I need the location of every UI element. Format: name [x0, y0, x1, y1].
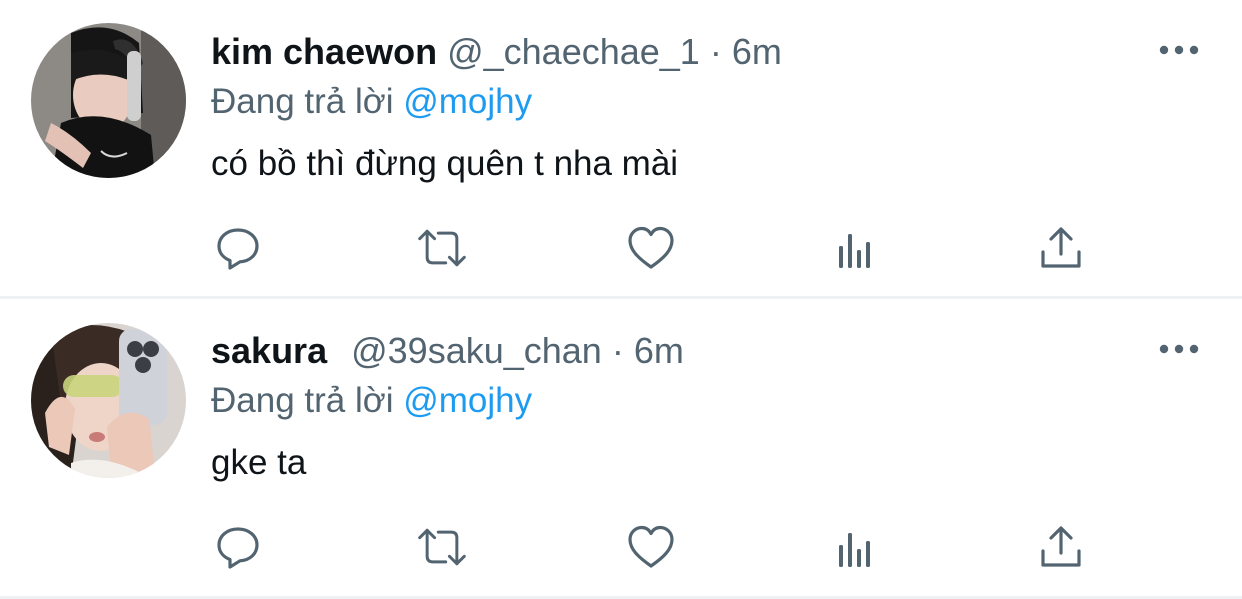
separator-dot: · — [611, 330, 624, 371]
views-icon — [839, 533, 870, 567]
share-button[interactable] — [1035, 222, 1087, 274]
avatar[interactable] — [31, 323, 186, 478]
mention-link[interactable]: @mojhy — [403, 381, 532, 420]
tweet-header: kim chaewon @_chaechae_1 · 6m — [211, 30, 782, 74]
replying-to: Đang trả lời @mojhy — [211, 379, 532, 423]
share-icon — [1041, 227, 1081, 268]
share-icon — [1041, 526, 1081, 567]
like-icon — [628, 226, 674, 269]
tweet[interactable]: kim chaewon @_chaechae_1 · 6m Đang trả l… — [0, 0, 1242, 296]
reply-button[interactable] — [212, 222, 264, 274]
tweet-text: gke ta — [211, 443, 307, 482]
reply-icon — [217, 527, 259, 569]
tweet-header: sakura @39saku_chan · 6m — [211, 329, 684, 373]
views-icon — [839, 234, 870, 268]
views-button[interactable] — [830, 521, 882, 573]
reply-button[interactable] — [212, 521, 264, 573]
like-button[interactable] — [625, 521, 677, 573]
share-button[interactable] — [1035, 521, 1087, 573]
timestamp[interactable]: 6m — [634, 330, 684, 371]
tweet-text: có bồ thì đừng quên t nha mài — [211, 144, 679, 183]
timestamp[interactable]: 6m — [732, 31, 782, 72]
retweet-icon — [418, 528, 466, 566]
tweet[interactable]: sakura @39saku_chan · 6m Đang trả lời @m… — [0, 299, 1242, 596]
action-bar — [0, 521, 1242, 573]
more-options-icon[interactable] — [1158, 339, 1200, 359]
user-handle[interactable]: @_chaechae_1 — [447, 31, 700, 72]
more-options-icon[interactable] — [1158, 40, 1200, 60]
retweet-button[interactable] — [416, 521, 468, 573]
retweet-icon — [418, 229, 466, 267]
avatar-photo — [31, 23, 186, 178]
avatar[interactable] — [31, 23, 186, 178]
user-handle[interactable]: @39saku_chan — [351, 330, 602, 371]
replying-to: Đang trả lời @mojhy — [211, 80, 532, 124]
display-name[interactable]: sakura — [211, 330, 327, 371]
mention-link[interactable]: @mojhy — [403, 82, 532, 121]
replying-prefix: Đang trả lời — [211, 82, 394, 121]
retweet-button[interactable] — [416, 222, 468, 274]
action-bar — [0, 222, 1242, 274]
like-button[interactable] — [625, 222, 677, 274]
like-icon — [628, 525, 674, 568]
display-name[interactable]: kim chaewon — [211, 31, 437, 72]
separator-dot: · — [709, 31, 722, 72]
reply-icon — [217, 228, 259, 270]
avatar-photo — [31, 323, 186, 478]
views-button[interactable] — [830, 222, 882, 274]
replying-prefix: Đang trả lời — [211, 381, 394, 420]
